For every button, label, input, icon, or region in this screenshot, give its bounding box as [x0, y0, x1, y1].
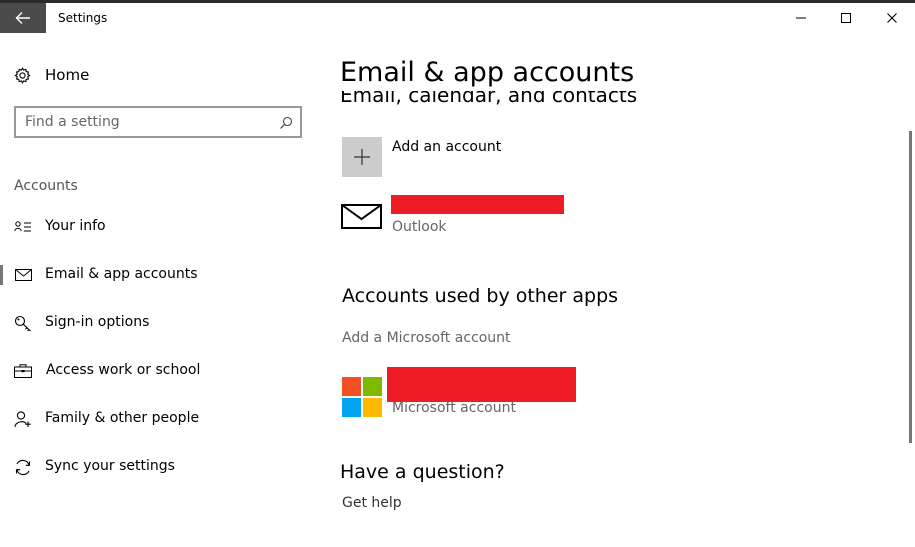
search-box[interactable]: [14, 106, 302, 138]
sidebar-item-label: Sign-in options: [45, 314, 150, 330]
email-account-mail-icon: [341, 201, 383, 231]
main-content: Email & app accounts Email, calendar, an…: [320, 33, 915, 547]
sidebar-item-access-work-or-school[interactable]: Access work or school: [0, 353, 320, 389]
active-indicator: [0, 265, 3, 285]
accounts-section-header: Accounts: [14, 178, 78, 194]
ms-logo-blue: [342, 398, 361, 417]
back-arrow-icon: [15, 12, 30, 24]
key-icon: [14, 315, 32, 331]
microsoft-account-type: Microsoft account: [392, 400, 516, 416]
add-microsoft-account-link[interactable]: Add a Microsoft account: [342, 330, 511, 346]
app-title: Settings: [58, 11, 108, 25]
plus-icon: [354, 149, 370, 165]
add-account-tile[interactable]: [342, 137, 382, 177]
sidebar-item-label: Sync your settings: [45, 458, 175, 474]
close-icon: [887, 13, 897, 23]
sidebar-item-label: Email & app accounts: [45, 266, 198, 282]
sidebar-item-family-other-people[interactable]: Family & other people: [0, 401, 320, 437]
sidebar-item-label: Your info: [45, 218, 106, 234]
home-label: Home: [45, 66, 90, 84]
add-person-icon: [14, 410, 32, 427]
contact-info-icon: [14, 219, 32, 235]
get-help-link[interactable]: Get help: [342, 495, 402, 511]
gear-icon: [14, 66, 31, 84]
ms-logo-yellow: [363, 398, 382, 417]
back-button[interactable]: [0, 3, 46, 33]
redacted-microsoft-account: [387, 367, 576, 402]
email-section-title: Email, calendar, and contacts: [340, 91, 638, 105]
page-title: Email & app accounts: [340, 57, 639, 88]
sidebar-item-label: Family & other people: [45, 410, 200, 426]
maximize-button[interactable]: [823, 3, 869, 33]
mail-icon: [14, 267, 32, 283]
email-section-title-clipped: Email, calendar, and contacts: [340, 91, 640, 105]
minimize-icon: [796, 17, 806, 19]
title-bar: Settings: [0, 3, 915, 33]
email-account-provider: Outlook: [392, 219, 447, 235]
redacted-email-address: [391, 195, 564, 214]
sync-icon: [14, 459, 32, 475]
sidebar-item-label: Access work or school: [46, 362, 201, 378]
sidebar-item-email-app-accounts[interactable]: Email & app accounts: [0, 257, 320, 293]
home-nav[interactable]: Home: [14, 65, 89, 85]
add-account-label[interactable]: Add an account: [392, 139, 501, 155]
ms-logo-green: [363, 377, 382, 396]
microsoft-logo-icon: [342, 377, 382, 417]
search-input[interactable]: [25, 113, 270, 131]
minimize-button[interactable]: [778, 3, 824, 33]
sidebar-item-sync-settings[interactable]: Sync your settings: [0, 449, 320, 485]
sidebar-item-sign-in-options[interactable]: Sign-in options: [0, 305, 320, 341]
other-apps-section-title: Accounts used by other apps: [342, 285, 619, 307]
scrollbar[interactable]: [909, 131, 912, 443]
briefcase-icon: [14, 363, 32, 379]
ms-logo-red: [342, 377, 361, 396]
maximize-icon: [841, 13, 851, 23]
search-icon[interactable]: [279, 115, 293, 134]
sidebar: Home Accounts Your info: [0, 33, 320, 547]
close-button[interactable]: [869, 3, 915, 33]
sidebar-item-your-info[interactable]: Your info: [0, 209, 320, 245]
help-section-title: Have a question?: [340, 461, 505, 483]
